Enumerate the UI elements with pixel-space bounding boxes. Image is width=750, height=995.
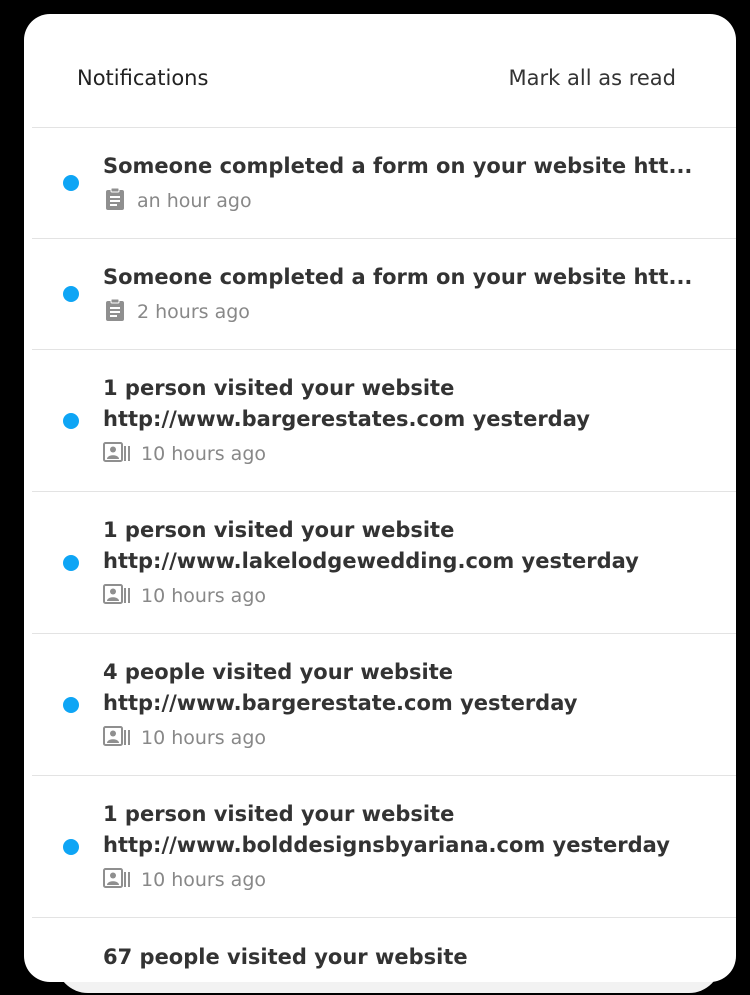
- notification-content: 67 people visited your website: [103, 942, 716, 973]
- unread-dot: [63, 554, 79, 571]
- notification-message: 1 person visited your website: [103, 802, 455, 826]
- notification-message: Someone completed a form on your website…: [103, 154, 693, 178]
- panel-title: Notifications: [77, 66, 209, 90]
- notification-time: 2 hours ago: [137, 301, 250, 323]
- notification-item[interactable]: 4 people visited your website http://www…: [32, 634, 736, 776]
- notification-message: 67 people visited your website: [103, 945, 468, 969]
- notification-url: http://www.bolddesignsbyariana.com yeste…: [103, 833, 670, 857]
- notification-meta: 2 hours ago: [103, 298, 716, 327]
- notification-content: Someone completed a form on your website…: [103, 151, 716, 213]
- contact-card-icon: [103, 583, 131, 609]
- notification-message: 1 person visited your website: [103, 376, 455, 400]
- unread-dot: [63, 175, 79, 191]
- notification-meta: 10 hours ago: [103, 867, 716, 893]
- notification-list: Someone completed a form on your website…: [32, 128, 736, 982]
- contact-card-icon: [103, 725, 131, 751]
- mark-all-read-button[interactable]: Mark all as read: [509, 66, 676, 90]
- notification-time: 10 hours ago: [141, 869, 267, 891]
- notification-time: 10 hours ago: [141, 443, 267, 465]
- notification-time: an hour ago: [137, 190, 252, 212]
- notification-content: 4 people visited your website http://www…: [103, 657, 716, 750]
- unread-dot: [63, 286, 79, 302]
- notification-message: Someone completed a form on your website…: [103, 265, 693, 289]
- contact-card-icon: [103, 867, 131, 893]
- notification-message: 4 people visited your website: [103, 660, 454, 684]
- clipboard-icon: [103, 298, 127, 327]
- notification-time: 10 hours ago: [141, 727, 267, 749]
- notification-content: 1 person visited your website http://www…: [103, 373, 716, 466]
- notification-time: 10 hours ago: [141, 585, 267, 607]
- notification-url: http://www.bargerestates.com yesterday: [103, 407, 590, 431]
- notification-content: 1 person visited your website http://www…: [103, 515, 716, 608]
- notification-meta: 10 hours ago: [103, 441, 716, 467]
- contact-card-icon: [103, 441, 131, 467]
- notifications-panel: Notifications Mark all as read Someone c…: [24, 14, 736, 982]
- unread-dot: [63, 696, 79, 713]
- notification-meta: an hour ago: [103, 187, 716, 216]
- notification-item[interactable]: Someone completed a form on your website…: [32, 239, 736, 350]
- notification-item-partial[interactable]: 67 people visited your website: [32, 918, 736, 982]
- clipboard-icon: [103, 187, 127, 216]
- notification-meta: 10 hours ago: [103, 583, 716, 609]
- unread-dot: [63, 412, 79, 429]
- notification-meta: 10 hours ago: [103, 725, 716, 751]
- notification-content: 1 person visited your website http://www…: [103, 799, 716, 892]
- notification-content: Someone completed a form on your website…: [103, 262, 716, 324]
- unread-dot: [63, 838, 79, 855]
- notification-item[interactable]: Someone completed a form on your website…: [32, 128, 736, 239]
- notification-item[interactable]: 1 person visited your website http://www…: [32, 776, 736, 918]
- notification-item[interactable]: 1 person visited your website http://www…: [32, 492, 736, 634]
- notification-url: http://www.bargerestate.com yesterday: [103, 691, 578, 715]
- notification-url: http://www.lakelodgewedding.com yesterda…: [103, 549, 639, 573]
- notification-item[interactable]: 1 person visited your website http://www…: [32, 350, 736, 492]
- panel-header: Notifications Mark all as read: [32, 14, 736, 128]
- notification-message: 1 person visited your website: [103, 518, 455, 542]
